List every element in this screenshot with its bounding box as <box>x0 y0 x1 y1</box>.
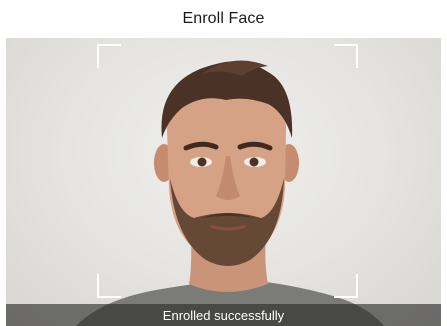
header: Enroll Face <box>0 0 447 38</box>
enroll-face-screen: Enroll Face Enrolled successfully <box>0 0 447 326</box>
focus-frame-corner-icon <box>97 274 121 298</box>
face-image <box>76 60 384 326</box>
page-title: Enroll Face <box>182 10 265 27</box>
status-bar: Enrolled successfully <box>6 304 441 326</box>
focus-frame-corner-icon <box>334 44 358 68</box>
focus-frame-corner-icon <box>97 44 121 68</box>
focus-frame-corner-icon <box>334 274 358 298</box>
status-message: Enrolled successfully <box>162 307 285 323</box>
camera-preview: Enrolled successfully <box>6 38 441 326</box>
